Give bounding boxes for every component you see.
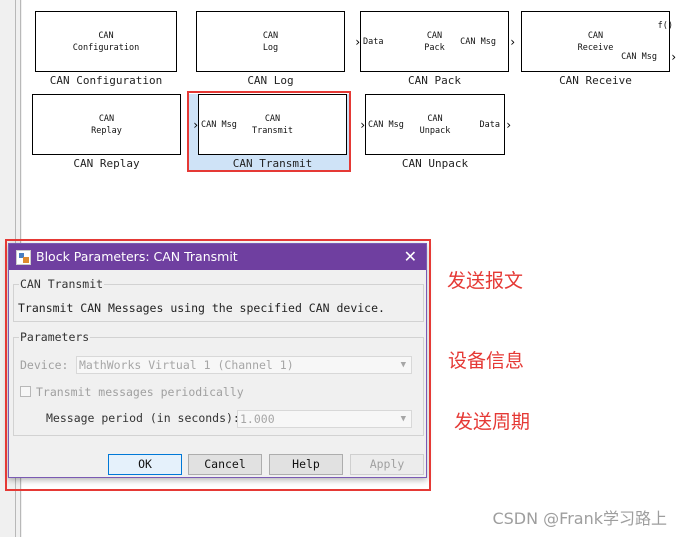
block-can-configuration[interactable]: CAN Configuration <box>35 11 177 72</box>
port-in-label: CAN Msg <box>368 120 404 130</box>
annotation-device-info: 设备信息 <box>448 350 525 372</box>
block-text: Replay <box>91 126 122 136</box>
port-in-label: Data <box>363 37 384 47</box>
port-out-label: CAN Msg <box>460 37 496 47</box>
block-label-can-receive: CAN Receive <box>559 74 632 87</box>
block-text: Log <box>262 43 279 53</box>
block-can-pack[interactable]: CAN Pack Data CAN Msg <box>360 11 509 72</box>
block-can-log[interactable]: CAN Log <box>196 11 345 72</box>
output-port-arrow-icon: › <box>509 35 517 49</box>
port-out-label: CAN Msg <box>621 52 657 62</box>
annotation-send-period: 发送周期 <box>454 411 531 433</box>
block-label-can-pack: CAN Pack <box>408 74 461 87</box>
red-highlight-box <box>187 91 351 172</box>
block-text: CAN <box>98 114 115 124</box>
output-port-arrow-icon: › <box>505 118 513 132</box>
block-label-can-unpack: CAN Unpack <box>401 157 469 170</box>
watermark: CSDN @Frank学习路上 <box>492 509 667 528</box>
port-out-label: f() <box>657 21 673 31</box>
block-text: CAN <box>587 31 604 41</box>
port-out-label: Data <box>479 120 500 130</box>
output-port-arrow-icon: › <box>670 50 678 64</box>
annotation-send-message: 发送报文 <box>447 270 524 292</box>
block-can-unpack[interactable]: CAN Unpack CAN Msg Data <box>365 94 505 155</box>
block-can-receive[interactable]: CAN Receive f() CAN Msg <box>521 11 673 72</box>
block-label-can-replay: CAN Replay <box>73 157 140 170</box>
block-text: Configuration <box>72 43 140 53</box>
block-can-replay[interactable]: CAN Replay <box>32 94 181 155</box>
red-highlight-box <box>5 239 431 491</box>
block-text: CAN <box>98 31 114 41</box>
block-label-can-configuration: CAN Configuration <box>49 74 163 87</box>
block-text: CAN <box>262 31 279 41</box>
block-label-can-log: CAN Log <box>247 74 294 87</box>
